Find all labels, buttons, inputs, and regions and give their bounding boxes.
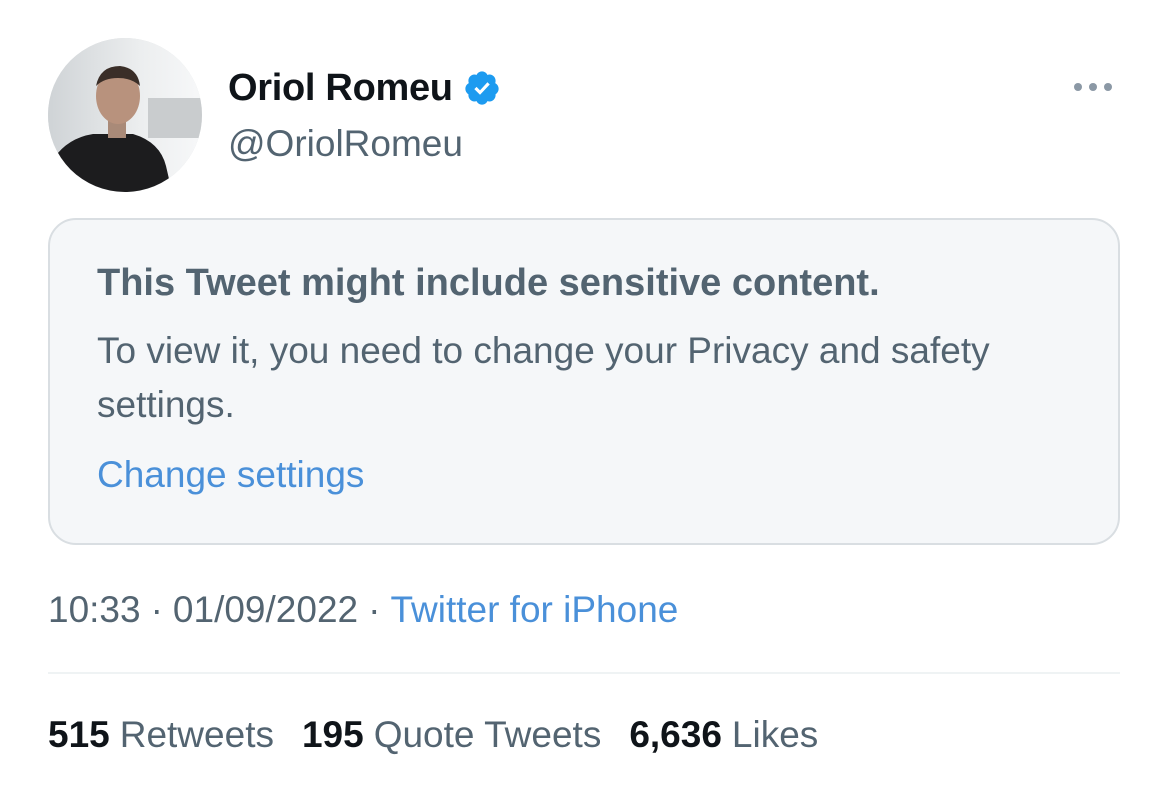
verified-badge-icon — [463, 69, 501, 107]
meta-separator: · — [368, 589, 381, 630]
tweet-meta: 10:33 · 01/09/2022 · Twitter for iPhone — [48, 585, 678, 635]
meta-separator: · — [150, 589, 163, 630]
avatar-photo — [48, 38, 202, 192]
tweet-time[interactable]: 10:33 — [48, 589, 141, 630]
notice-body: To view it, you need to change your Priv… — [97, 330, 990, 425]
retweets-stat[interactable]: 515 Retweets — [48, 710, 274, 760]
likes-stat[interactable]: 6,636 Likes — [629, 710, 818, 760]
avatar[interactable] — [48, 38, 202, 192]
author-name[interactable]: Oriol Romeu — [228, 64, 453, 112]
retweets-label: Retweets — [119, 714, 274, 755]
retweets-count: 515 — [48, 714, 110, 755]
quote-tweets-count: 195 — [301, 714, 364, 755]
quote-tweets-label: Quote Tweets — [373, 714, 602, 755]
likes-count: 6,636 — [629, 714, 722, 755]
more-options-icon[interactable] — [1066, 72, 1120, 102]
notice-title: This Tweet might include sensitive conte… — [97, 262, 880, 304]
quote-tweets-stat[interactable]: 195 Quote Tweets — [302, 710, 601, 760]
likes-label: Likes — [731, 714, 819, 755]
tweet-stats: 515 Retweets 195 Quote Tweets 6,636 Likes — [48, 710, 846, 760]
tweet-source-link[interactable]: Twitter for iPhone — [390, 589, 678, 630]
change-settings-link[interactable]: Change settings — [97, 448, 364, 502]
author-name-row[interactable]: Oriol Romeu — [228, 64, 501, 112]
sensitive-content-notice: This Tweet might include sensitive conte… — [48, 218, 1120, 545]
tweet-date[interactable]: 01/09/2022 — [173, 589, 358, 630]
divider — [48, 672, 1120, 674]
author-handle[interactable]: @OriolRomeu — [228, 121, 463, 167]
